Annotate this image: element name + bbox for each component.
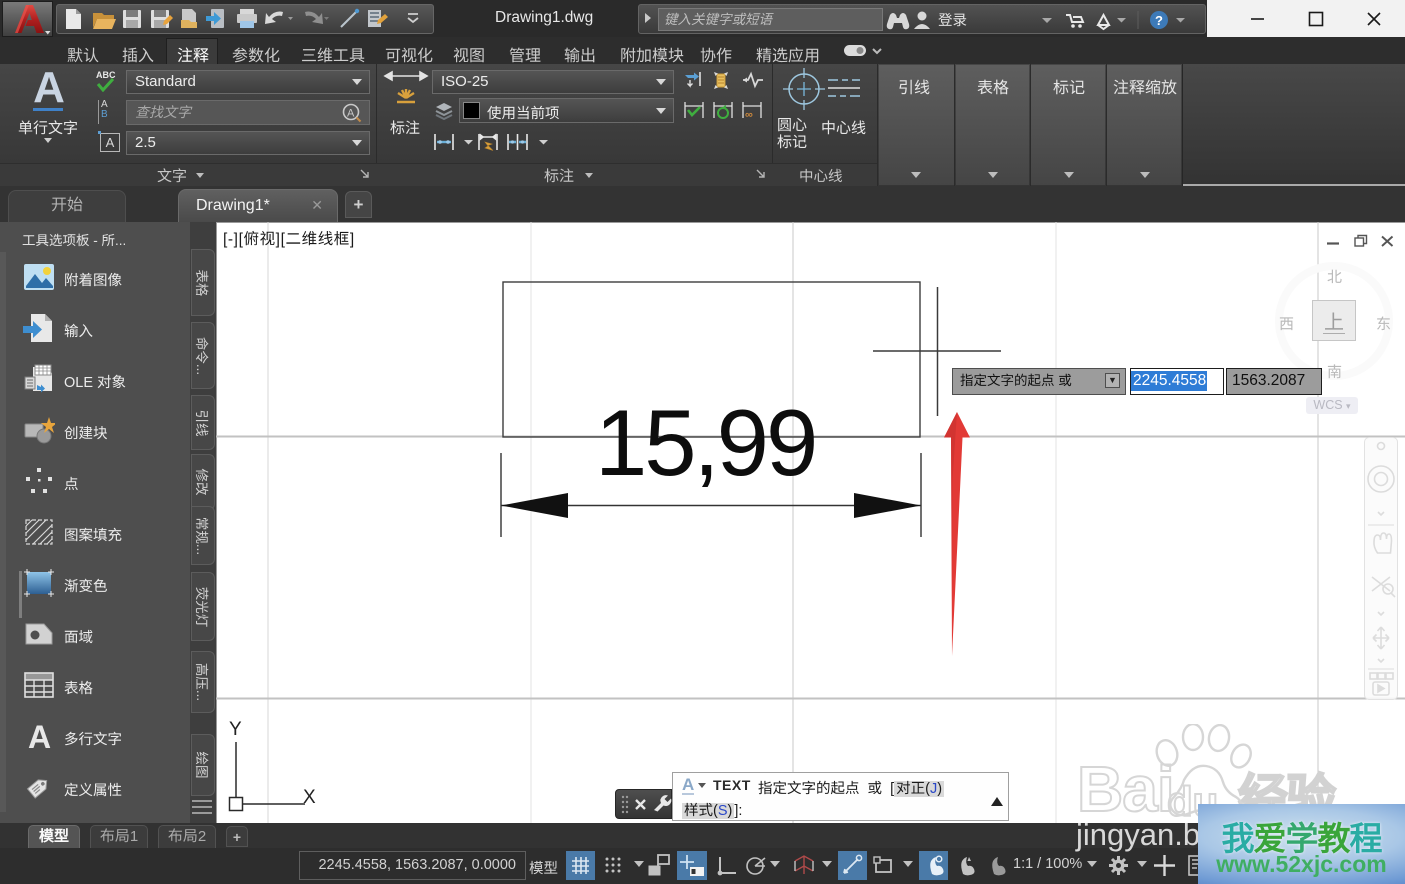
svg-text:∞: ∞: [745, 109, 753, 121]
svg-text:A: A: [347, 108, 355, 120]
svg-text:?: ?: [1155, 13, 1163, 28]
svg-text:登录: 登录: [938, 9, 967, 30]
svg-text:A: A: [28, 720, 51, 752]
